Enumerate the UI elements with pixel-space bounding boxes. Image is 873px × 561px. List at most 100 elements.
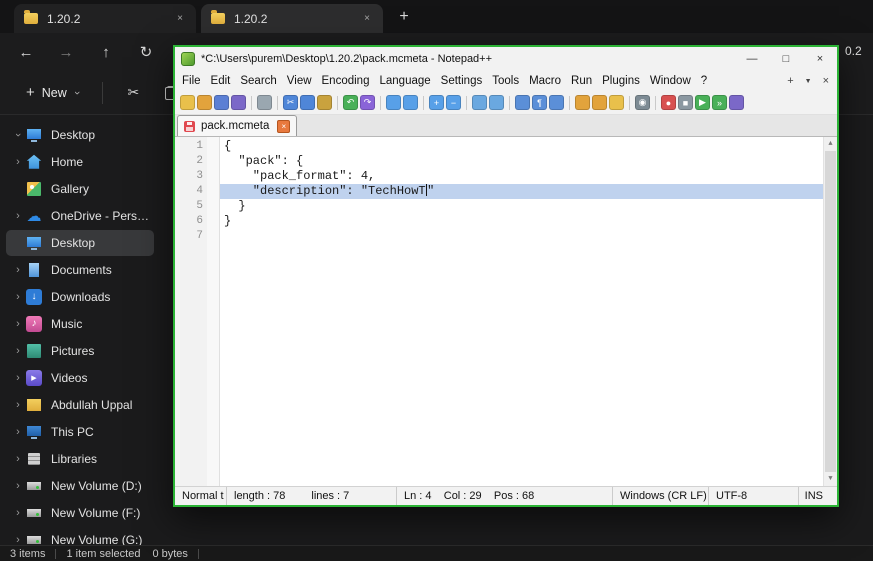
scroll-down-icon[interactable]: ▼ [824, 472, 837, 486]
code-line-6[interactable]: } [220, 214, 823, 229]
scrollbar-thumb[interactable] [825, 151, 836, 472]
code-line-3[interactable]: "pack_format": 4, [220, 169, 823, 184]
sidebar-item-desktop[interactable]: ›Desktop [6, 122, 154, 148]
chevron-right-icon[interactable]: › [10, 453, 26, 465]
menu-item-tools[interactable]: Tools [487, 75, 524, 87]
sidebar-item-gallery[interactable]: Gallery [6, 176, 154, 202]
address-bar-fragment[interactable]: 0.2 [845, 44, 862, 58]
new-file-icon[interactable] [180, 95, 195, 110]
menu-item-settings[interactable]: Settings [436, 75, 488, 87]
playback-macro-icon[interactable]: ▶ [695, 95, 710, 110]
new-button[interactable]: + New › [16, 78, 88, 107]
code-line-1[interactable]: { [220, 139, 823, 154]
cut-icon[interactable]: ✂ [283, 95, 298, 110]
minimize-button[interactable]: — [735, 47, 769, 71]
sidebar-item-this-pc[interactable]: ›This PC [6, 419, 154, 445]
menu-item-window[interactable]: Window [645, 75, 696, 87]
new-tab-button[interactable]: + [394, 8, 414, 26]
sidebar-item-new-volume-d[interactable]: ›New Volume (D:) [6, 473, 154, 499]
chevron-right-icon[interactable]: › [10, 507, 26, 519]
scroll-up-icon[interactable]: ▲ [824, 137, 837, 151]
chevron-right-icon[interactable]: › [10, 264, 26, 276]
function-list-icon[interactable] [592, 95, 607, 110]
cut-icon[interactable]: ✂ [127, 84, 139, 101]
menu-item-macro[interactable]: Macro [524, 75, 566, 87]
copy-icon[interactable] [300, 95, 315, 110]
editor-code[interactable]: { "pack": { "pack_format": 4, "descripti… [220, 137, 823, 486]
chevron-right-icon[interactable]: › [10, 210, 26, 222]
zoom-out-icon[interactable]: − [446, 95, 461, 110]
save-macro-icon[interactable] [729, 95, 744, 110]
folder-as-workspace-icon[interactable] [609, 95, 624, 110]
save-icon[interactable] [214, 95, 229, 110]
sidebar-item-onedrive-personal[interactable]: ›☁OneDrive - Personal [6, 203, 154, 229]
indent-guide-icon[interactable] [549, 95, 564, 110]
npp-title-bar[interactable]: *C:\Users\purem\Desktop\1.20.2\pack.mcme… [175, 47, 837, 71]
close-tab-icon[interactable]: × [359, 13, 375, 24]
sidebar-item-music[interactable]: ›♪Music [6, 311, 154, 337]
dropdown-icon[interactable]: ▼ [805, 78, 812, 85]
sidebar-item-new-volume-g[interactable]: ›New Volume (G:) [6, 527, 154, 545]
menu-item-help[interactable]: ? [696, 75, 712, 87]
run-macro-multiple-icon[interactable]: » [712, 95, 727, 110]
replace-icon[interactable] [403, 95, 418, 110]
close-tab-icon[interactable]: × [277, 120, 290, 133]
explorer-tab-active[interactable]: 1.20.2 × [201, 4, 383, 33]
chevron-right-icon[interactable]: › [10, 291, 26, 303]
undo-icon[interactable]: ↶ [343, 95, 358, 110]
chevron-down-icon[interactable]: › [10, 129, 26, 141]
document-map-icon[interactable] [575, 95, 590, 110]
sidebar-item-desktop[interactable]: Desktop [6, 230, 154, 256]
code-line-2[interactable]: "pack": { [220, 154, 823, 169]
paste-icon[interactable] [317, 95, 332, 110]
forward-button[interactable]: → [46, 44, 86, 61]
chevron-right-icon[interactable]: › [10, 399, 26, 411]
plus-icon[interactable]: + [787, 75, 793, 87]
chevron-right-icon[interactable]: › [10, 318, 26, 330]
code-line-4[interactable]: "description": "TechHowT" [220, 184, 823, 199]
chevron-right-icon[interactable]: › [10, 480, 26, 492]
sync-vertical-icon[interactable] [472, 95, 487, 110]
sidebar-item-libraries[interactable]: ›Libraries [6, 446, 154, 472]
menu-item-language[interactable]: Language [374, 75, 435, 87]
monitoring-icon[interactable]: ◉ [635, 95, 650, 110]
sync-horizontal-icon[interactable] [489, 95, 504, 110]
code-line-5[interactable]: } [220, 199, 823, 214]
vertical-scrollbar[interactable]: ▲ ▼ [823, 137, 837, 486]
document-tab[interactable]: pack.mcmeta × [177, 115, 297, 136]
chevron-right-icon[interactable]: › [10, 345, 26, 357]
sidebar-item-documents[interactable]: ›Documents [6, 257, 154, 283]
word-wrap-icon[interactable] [515, 95, 530, 110]
menu-item-edit[interactable]: Edit [206, 75, 236, 87]
print-icon[interactable] [257, 95, 272, 110]
sidebar-item-home[interactable]: ›Home [6, 149, 154, 175]
show-all-characters-icon[interactable]: ¶ [532, 95, 547, 110]
menu-item-plugins[interactable]: Plugins [597, 75, 645, 87]
open-folder-icon[interactable] [197, 95, 212, 110]
find-icon[interactable] [386, 95, 401, 110]
maximize-button[interactable]: □ [769, 47, 803, 71]
sidebar-item-new-volume-f[interactable]: ›New Volume (F:) [6, 500, 154, 526]
menu-item-view[interactable]: View [282, 75, 317, 87]
chevron-right-icon[interactable]: › [10, 372, 26, 384]
menu-item-file[interactable]: File [177, 75, 206, 87]
chevron-right-icon[interactable]: › [10, 426, 26, 438]
redo-icon[interactable]: ↷ [360, 95, 375, 110]
menu-item-run[interactable]: Run [566, 75, 597, 87]
sidebar-item-pictures[interactable]: ›Pictures [6, 338, 154, 364]
back-button[interactable]: ← [6, 44, 46, 61]
record-macro-icon[interactable]: ● [661, 95, 676, 110]
editor-area[interactable]: 1234567 { "pack": { "pack_format": 4, "d… [175, 137, 837, 486]
close-tab-icon[interactable]: × [172, 13, 188, 24]
explorer-tab[interactable]: 1.20.2 × [14, 4, 196, 33]
chevron-right-icon[interactable]: › [10, 156, 26, 168]
sidebar-item-videos[interactable]: ›▶Videos [6, 365, 154, 391]
close-button[interactable]: × [803, 47, 837, 71]
zoom-in-icon[interactable]: + [429, 95, 444, 110]
sidebar-item-downloads[interactable]: ›↓Downloads [6, 284, 154, 310]
menu-item-search[interactable]: Search [235, 75, 281, 87]
code-line-7[interactable] [220, 229, 823, 244]
menu-item-encoding[interactable]: Encoding [317, 75, 375, 87]
stop-macro-icon[interactable]: ■ [678, 95, 693, 110]
close-icon[interactable]: × [823, 75, 829, 87]
